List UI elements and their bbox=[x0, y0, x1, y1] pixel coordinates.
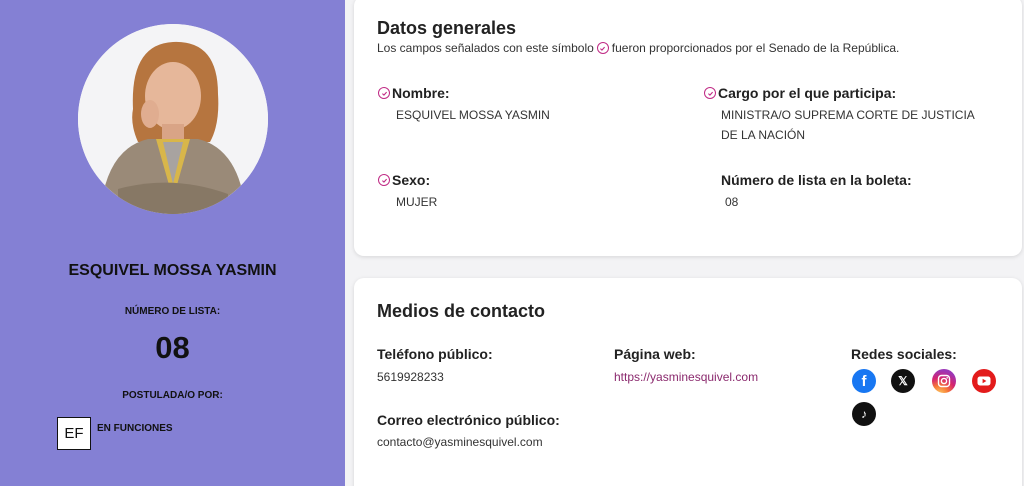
candidate-photo bbox=[78, 24, 268, 214]
nominated-by-label: POSTULADA/O POR: bbox=[122, 390, 223, 401]
youtube-icon[interactable] bbox=[972, 369, 996, 393]
subtitle-text-after: fueron proporcionados por el Senado de l… bbox=[611, 41, 900, 55]
subtitle-text-before: Los campos señalados con este símbolo bbox=[377, 41, 594, 55]
phone-value: 5619928233 bbox=[377, 370, 444, 384]
website-label: Página web: bbox=[614, 346, 696, 362]
verified-check-icon bbox=[378, 174, 390, 186]
general-data-title: Datos generales bbox=[377, 18, 517, 38]
party-badge: EF EN FUNCIONES bbox=[57, 417, 173, 450]
phone-label: Teléfono público: bbox=[377, 346, 493, 362]
position-value-line2: DE LA NACIÓN bbox=[721, 128, 806, 142]
verified-check-icon bbox=[596, 42, 609, 54]
verified-check-icon bbox=[378, 87, 390, 99]
email-label: Correo electrónico público: bbox=[377, 412, 560, 428]
sex-field-value: MUJER bbox=[396, 195, 438, 209]
website-link[interactable]: https://yasminesquivel.com bbox=[614, 370, 758, 384]
facebook-icon[interactable]: f bbox=[852, 369, 876, 393]
ballot-number-label: Número de lista en la boleta: bbox=[721, 172, 912, 188]
sex-field-label: Sexo: bbox=[378, 172, 430, 188]
general-data-card: Datos generales Los campos señalados con… bbox=[354, 0, 1022, 256]
contact-card: Medios de contacto Teléfono público: 561… bbox=[354, 278, 1022, 486]
candidate-name: ESQUIVEL MOSSA YASMIN bbox=[68, 262, 277, 279]
x-icon[interactable]: 𝕏 bbox=[891, 369, 915, 393]
sex-label-text: Sexo: bbox=[392, 172, 431, 188]
candidate-sidebar: ESQUIVEL MOSSA YASMIN NÚMERO DE LISTA: 0… bbox=[0, 0, 345, 486]
tiktok-icon[interactable]: ♪ bbox=[852, 402, 876, 426]
email-value: contacto@yasminesquivel.com bbox=[377, 435, 543, 449]
instagram-icon[interactable] bbox=[932, 369, 956, 393]
party-name: EN FUNCIONES bbox=[97, 423, 173, 434]
position-label-text: Cargo por el que participa: bbox=[718, 85, 897, 101]
general-data-subtitle: Los campos señalados con este símbolo fu… bbox=[377, 41, 899, 55]
party-logo: EF bbox=[57, 417, 91, 450]
contact-title: Medios de contacto bbox=[377, 301, 546, 321]
position-field-value: MINISTRA/O SUPREMA CORTE DE JUSTICIA DE … bbox=[721, 105, 975, 145]
social-networks-label: Redes sociales: bbox=[851, 346, 957, 362]
name-field-value: ESQUIVEL MOSSA YASMIN bbox=[396, 108, 550, 122]
ballot-number-value: 08 bbox=[725, 195, 739, 209]
name-field-label: Nombre: bbox=[378, 85, 450, 101]
list-number: 08 bbox=[155, 330, 190, 365]
name-label-text: Nombre: bbox=[392, 85, 450, 101]
list-number-label: NÚMERO DE LISTA: bbox=[124, 306, 221, 317]
position-field-label: Cargo por el que participa: bbox=[704, 85, 896, 101]
verified-check-icon bbox=[704, 87, 716, 99]
position-value-line1: MINISTRA/O SUPREMA CORTE DE JUSTICIA bbox=[721, 108, 975, 122]
